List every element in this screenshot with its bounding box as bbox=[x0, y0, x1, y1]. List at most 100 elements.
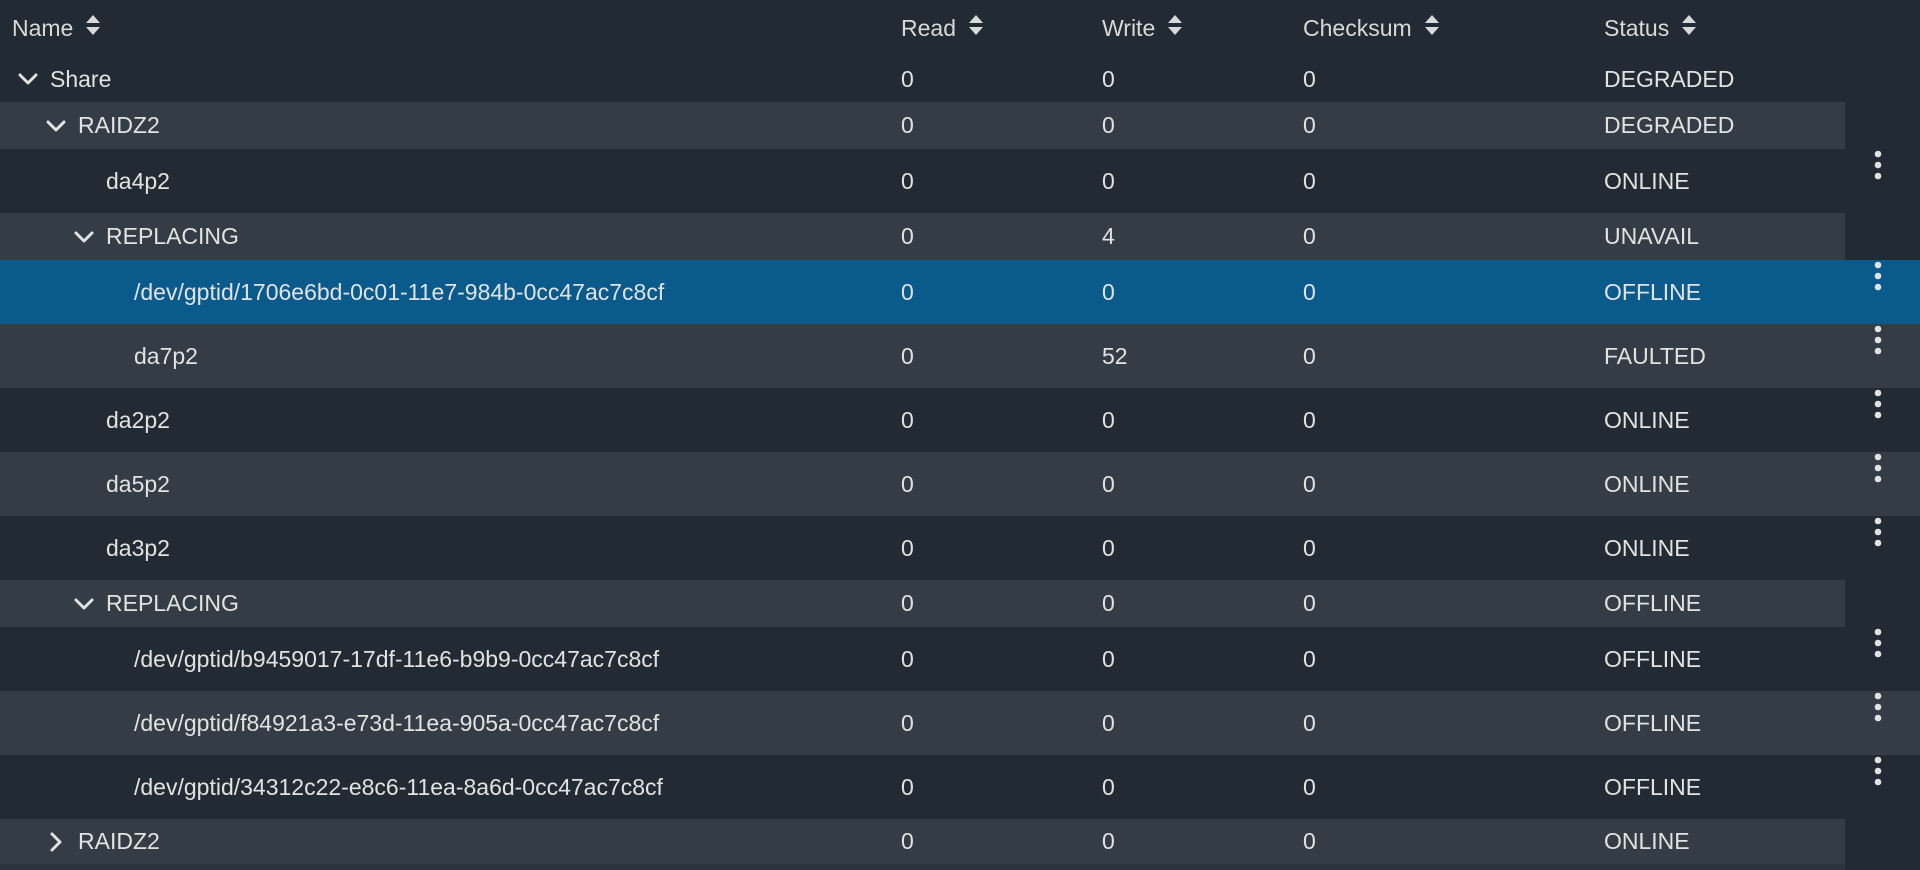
column-header-label: Status bbox=[1604, 15, 1670, 41]
column-header-checksum[interactable]: Checksum bbox=[1303, 0, 1440, 56]
cell-status: OFFLINE bbox=[1604, 645, 1702, 672]
cell-checksum: 0 bbox=[1303, 470, 1316, 497]
device-name: /dev/gptid/b9459017-17df-11e6-b9b9-0cc47… bbox=[134, 645, 660, 672]
cell-read: 0 bbox=[901, 406, 914, 433]
cell-checksum: 0 bbox=[1303, 534, 1316, 561]
chevron-right-icon[interactable] bbox=[42, 828, 70, 856]
cell-read: 0 bbox=[901, 709, 914, 736]
cell-read: 0 bbox=[901, 342, 914, 369]
device-name: da2p2 bbox=[106, 406, 170, 433]
more-vertical-icon[interactable] bbox=[1862, 621, 1894, 665]
more-vertical-icon[interactable] bbox=[1862, 254, 1894, 298]
cell-write: 52 bbox=[1102, 342, 1128, 369]
column-header-label: Write bbox=[1102, 15, 1156, 41]
table-row[interactable]: da2p2 0 0 0 ONLINE bbox=[0, 388, 1920, 452]
cell-name: Share bbox=[14, 56, 111, 102]
more-vertical-icon[interactable] bbox=[1862, 685, 1894, 729]
table-row[interactable]: /dev/gptid/1706e6bd-0c01-11e7-984b-0cc47… bbox=[0, 260, 1920, 324]
row-background bbox=[0, 102, 1845, 149]
cell-read: 0 bbox=[901, 167, 914, 194]
cell-write: 4 bbox=[1102, 223, 1115, 249]
device-name: REPLACING bbox=[106, 223, 239, 249]
table-row[interactable]: da4p2 0 0 0 ONLINE bbox=[0, 149, 1920, 213]
cell-read: 0 bbox=[901, 645, 914, 672]
cell-name: /dev/gptid/34312c22-e8c6-11ea-8a6d-0cc47… bbox=[134, 755, 663, 819]
cell-status: OFFLINE bbox=[1604, 709, 1702, 736]
more-vertical-icon[interactable] bbox=[1862, 446, 1894, 490]
chevron-down-icon[interactable] bbox=[14, 65, 42, 93]
cell-status: DEGRADED bbox=[1604, 65, 1735, 92]
device-name: da5p2 bbox=[106, 470, 170, 497]
cell-read: 0 bbox=[901, 470, 914, 497]
row-background bbox=[0, 819, 1845, 864]
pool-status-table: Name Read Write Checksum Status Share 0 0 0… bbox=[0, 0, 1920, 870]
column-header-label: Checksum bbox=[1303, 15, 1412, 41]
table-row[interactable]: /dev/gptid/b9459017-17df-11e6-b9b9-0cc47… bbox=[0, 627, 1920, 691]
cell-write: 0 bbox=[1102, 406, 1115, 433]
table-row[interactable]: /dev/gptid/34312c22-e8c6-11ea-8a6d-0cc47… bbox=[0, 755, 1920, 819]
cell-checksum: 0 bbox=[1303, 828, 1316, 854]
sort-icon[interactable] bbox=[85, 0, 101, 56]
table-bottom-edge bbox=[0, 864, 1845, 870]
device-name: da7p2 bbox=[134, 342, 198, 369]
table-row[interactable]: /dev/gptid/f84921a3-e73d-11ea-905a-0cc47… bbox=[0, 691, 1920, 755]
sort-icon[interactable] bbox=[1681, 0, 1697, 56]
cell-checksum: 0 bbox=[1303, 167, 1316, 194]
cell-name: da2p2 bbox=[106, 388, 170, 452]
more-vertical-icon[interactable] bbox=[1862, 318, 1894, 362]
cell-write: 0 bbox=[1102, 470, 1115, 497]
cell-name: da5p2 bbox=[106, 452, 170, 516]
cell-write: 0 bbox=[1102, 534, 1115, 561]
cell-write: 0 bbox=[1102, 278, 1115, 305]
cell-read: 0 bbox=[901, 828, 914, 854]
table-row[interactable]: da7p2 0 52 0 FAULTED bbox=[0, 324, 1920, 388]
sort-icon[interactable] bbox=[1167, 0, 1183, 56]
cell-checksum: 0 bbox=[1303, 590, 1316, 616]
device-name: RAIDZ2 bbox=[78, 828, 160, 854]
more-vertical-icon[interactable] bbox=[1862, 510, 1894, 554]
cell-write: 0 bbox=[1102, 709, 1115, 736]
cell-name: REPLACING bbox=[70, 213, 239, 260]
sort-icon[interactable] bbox=[1424, 0, 1440, 56]
cell-write: 0 bbox=[1102, 590, 1115, 616]
table-row[interactable]: Share 0 0 0 DEGRADED bbox=[0, 56, 1920, 102]
chevron-down-icon[interactable] bbox=[70, 223, 98, 251]
table-row[interactable]: RAIDZ2 0 0 0 ONLINE bbox=[0, 819, 1920, 864]
cell-status: FAULTED bbox=[1604, 342, 1706, 369]
column-header-read[interactable]: Read bbox=[901, 0, 984, 56]
chevron-down-icon[interactable] bbox=[70, 590, 98, 618]
cell-read: 0 bbox=[901, 278, 914, 305]
cell-read: 0 bbox=[901, 534, 914, 561]
column-header-name[interactable]: Name bbox=[12, 0, 101, 56]
cell-status: ONLINE bbox=[1604, 167, 1690, 194]
cell-checksum: 0 bbox=[1303, 278, 1316, 305]
cell-name: /dev/gptid/f84921a3-e73d-11ea-905a-0cc47… bbox=[134, 691, 659, 755]
cell-status: UNAVAIL bbox=[1604, 223, 1700, 249]
column-header-status[interactable]: Status bbox=[1604, 0, 1697, 56]
cell-checksum: 0 bbox=[1303, 342, 1316, 369]
sort-icon[interactable] bbox=[968, 0, 984, 56]
cell-checksum: 0 bbox=[1303, 773, 1316, 800]
more-vertical-icon[interactable] bbox=[1862, 749, 1894, 793]
column-header-write[interactable]: Write bbox=[1102, 0, 1183, 56]
chevron-down-icon[interactable] bbox=[42, 112, 70, 140]
column-header-label: Name bbox=[12, 15, 74, 41]
table-row[interactable]: da3p2 0 0 0 ONLINE bbox=[0, 516, 1920, 580]
more-vertical-icon[interactable] bbox=[1862, 143, 1894, 187]
cell-checksum: 0 bbox=[1303, 406, 1316, 433]
cell-name: da4p2 bbox=[106, 149, 170, 213]
cell-write: 0 bbox=[1102, 773, 1115, 800]
cell-status: OFFLINE bbox=[1604, 773, 1702, 800]
more-vertical-icon[interactable] bbox=[1862, 382, 1894, 426]
table-row[interactable]: REPLACING 0 0 0 OFFLINE bbox=[0, 580, 1920, 627]
cell-name: RAIDZ2 bbox=[42, 819, 160, 864]
cell-write: 0 bbox=[1102, 167, 1115, 194]
cell-name: REPLACING bbox=[70, 580, 239, 627]
table-row[interactable]: REPLACING 0 4 0 UNAVAIL bbox=[0, 213, 1920, 260]
table-row[interactable]: da5p2 0 0 0 ONLINE bbox=[0, 452, 1920, 516]
row-background bbox=[0, 213, 1845, 260]
cell-read: 0 bbox=[901, 65, 914, 92]
cell-status: OFFLINE bbox=[1604, 590, 1702, 616]
cell-name: da3p2 bbox=[106, 516, 170, 580]
table-row[interactable]: RAIDZ2 0 0 0 DEGRADED bbox=[0, 102, 1920, 149]
